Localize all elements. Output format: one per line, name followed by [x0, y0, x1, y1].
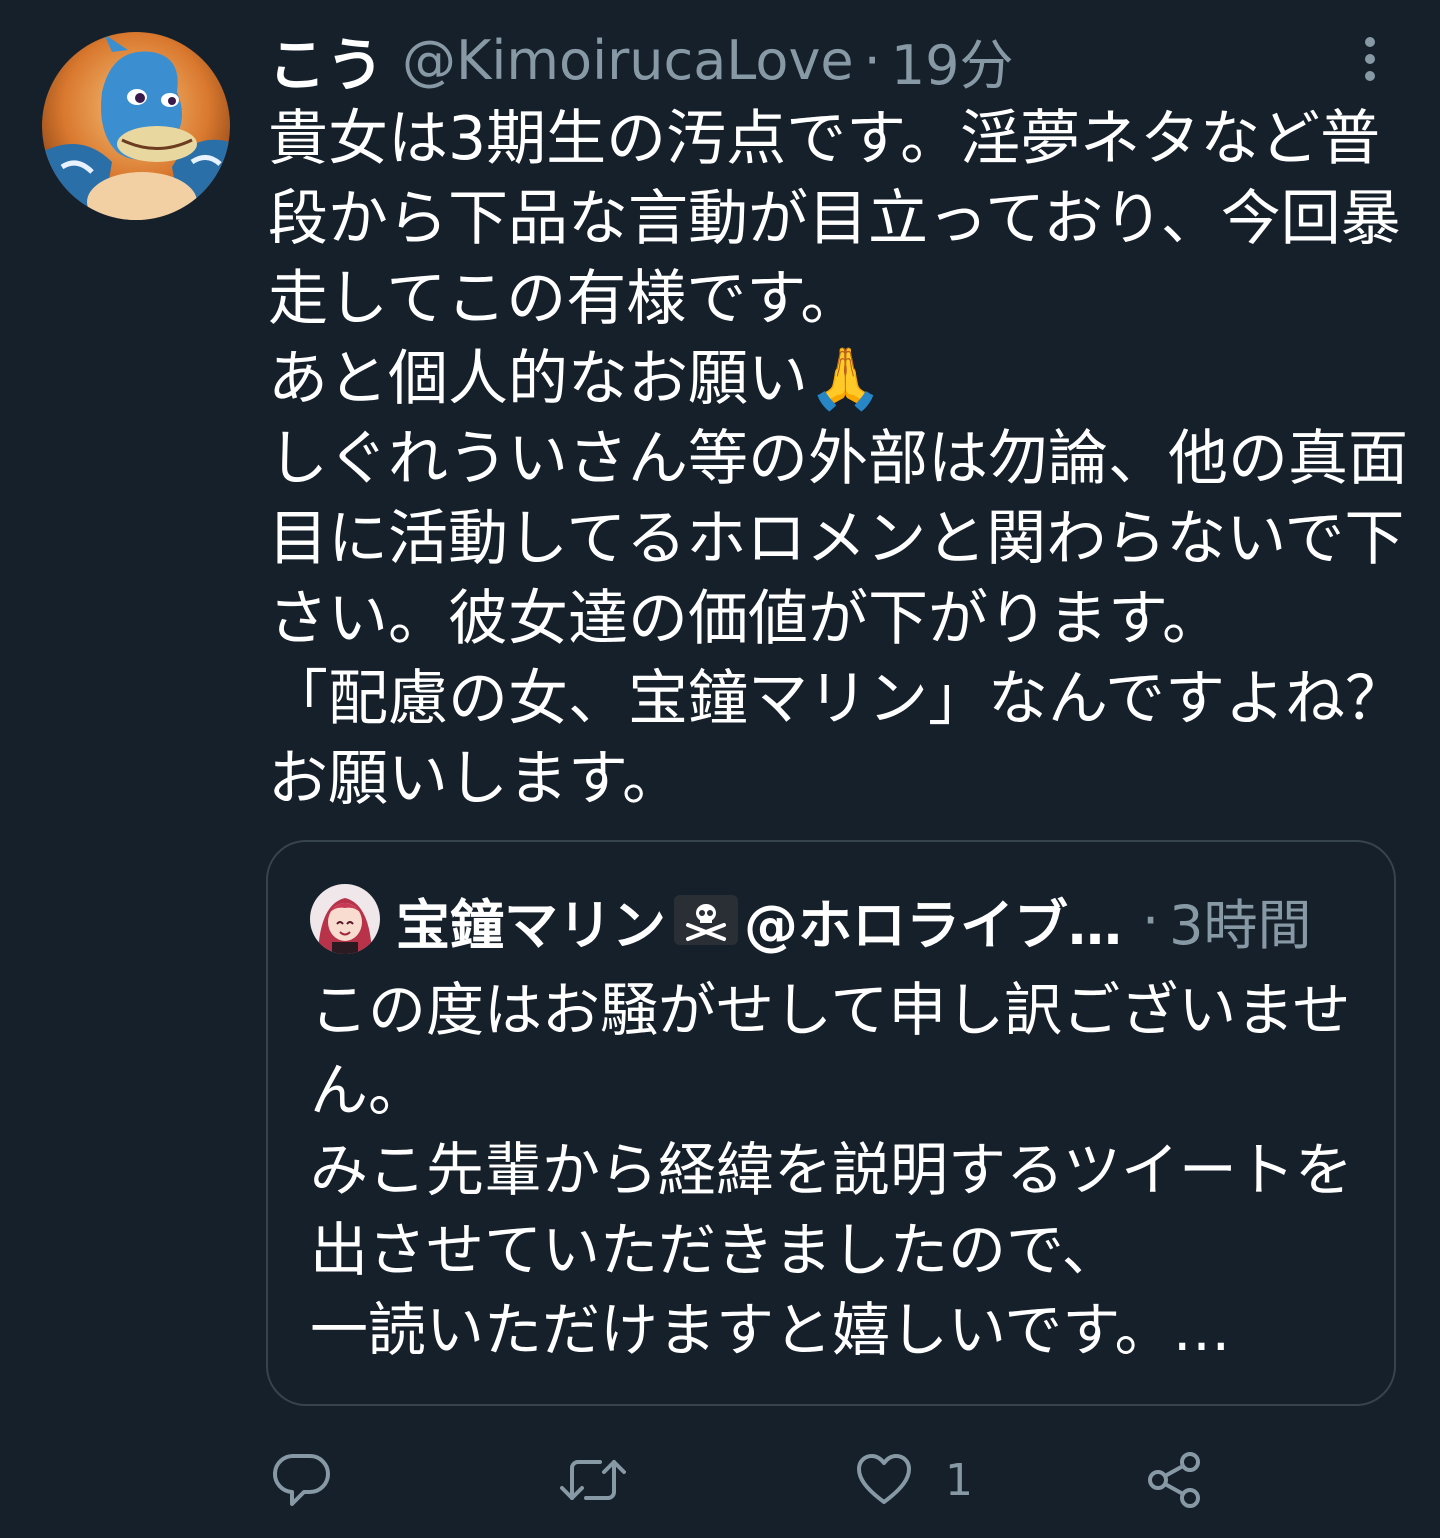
reply-button[interactable] — [272, 1450, 332, 1510]
display-name[interactable]: こう — [268, 18, 384, 102]
more-options-icon[interactable] — [1350, 34, 1390, 84]
tweet-text-line: 「配慮の女、宝鐘マリン」なんですよね？ — [268, 664, 1405, 734]
tweet-text-line: さい。彼女達の価値が下がります。 — [268, 584, 1222, 654]
quoted-display-name[interactable]: 宝鐘マリン — [396, 881, 666, 960]
share-button[interactable] — [1144, 1450, 1204, 1510]
quoted-user-handle[interactable]: @ホロライブ… — [744, 881, 1122, 960]
quoted-tweet-text: この度はお騒がせして申し訳ございませ ん。 みこ先輩から経緯を説明するツイートを… — [310, 970, 1370, 1370]
tweet-action-bar: 1 — [0, 1440, 1440, 1520]
quoted-text-line: 一読いただけますと嬉しいです。… — [310, 1296, 1231, 1364]
tweet[interactable]: こう @KimoirucaLove · 19分 貴女は3期生の汚点です。淫夢ネタ… — [0, 0, 1440, 1538]
quoted-user-avatar[interactable] — [310, 884, 380, 954]
user-handle[interactable]: @KimoirucaLove — [402, 29, 854, 92]
like-button[interactable]: 1 — [855, 1450, 973, 1510]
quoted-separator-dot: · — [1142, 888, 1160, 952]
tweet-header: こう @KimoirucaLove · 19分 — [268, 21, 1014, 100]
quoted-tweet-header: 宝鐘マリン @ホロライブ… · 3時間 — [396, 884, 1312, 957]
tweet-timestamp[interactable]: 19分 — [891, 21, 1014, 100]
user-avatar[interactable] — [42, 32, 230, 220]
quoted-avatar-illustration-icon — [310, 884, 380, 954]
retweet-button[interactable] — [560, 1450, 626, 1510]
like-icon — [857, 1454, 911, 1504]
share-icon — [1148, 1452, 1200, 1508]
quoted-tweet-timestamp[interactable]: 3時間 — [1169, 881, 1311, 960]
tweet-text-line: あと個人的なお願い🙏 — [268, 344, 883, 414]
tweet-text-line: 段から下品な言動が目立っており、今回暴 — [268, 184, 1401, 254]
tweet-text-line: お願いします。 — [268, 744, 682, 814]
retweet-icon — [560, 1460, 626, 1500]
tweet-text-line: 目に活動してるホロメンと関わらないで下 — [268, 504, 1405, 574]
separator-dot: · — [863, 28, 881, 92]
quoted-text-line: 出させていただきましたので、 — [310, 1216, 1120, 1284]
quoted-text-line: みこ先輩から経緯を説明するツイートを — [310, 1136, 1353, 1204]
tweet-text-line: 走してこの有様です。 — [268, 264, 861, 334]
like-count: 1 — [945, 1454, 973, 1506]
quoted-tweet-card[interactable]: 宝鐘マリン @ホロライブ… · 3時間 この度はお騒がせして申し訳ございませ ん… — [266, 840, 1396, 1406]
avatar-illustration-icon — [42, 32, 230, 220]
tweet-text-line: しぐれういさん等の外部は勿論、他の真面 — [268, 424, 1408, 494]
tweet-text-line: 貴女は3期生の汚点です。淫夢ネタなど普 — [268, 104, 1381, 174]
tweet-text: 貴女は3期生の汚点です。淫夢ネタなど普 段から下品な言動が目立っており、今回暴 … — [268, 99, 1408, 819]
skull-crossbones-icon — [674, 895, 738, 945]
quoted-text-line: ん。 — [310, 1056, 427, 1124]
reply-icon — [272, 1453, 330, 1506]
quoted-text-line: この度はお騒がせして申し訳ございませ — [310, 976, 1351, 1044]
